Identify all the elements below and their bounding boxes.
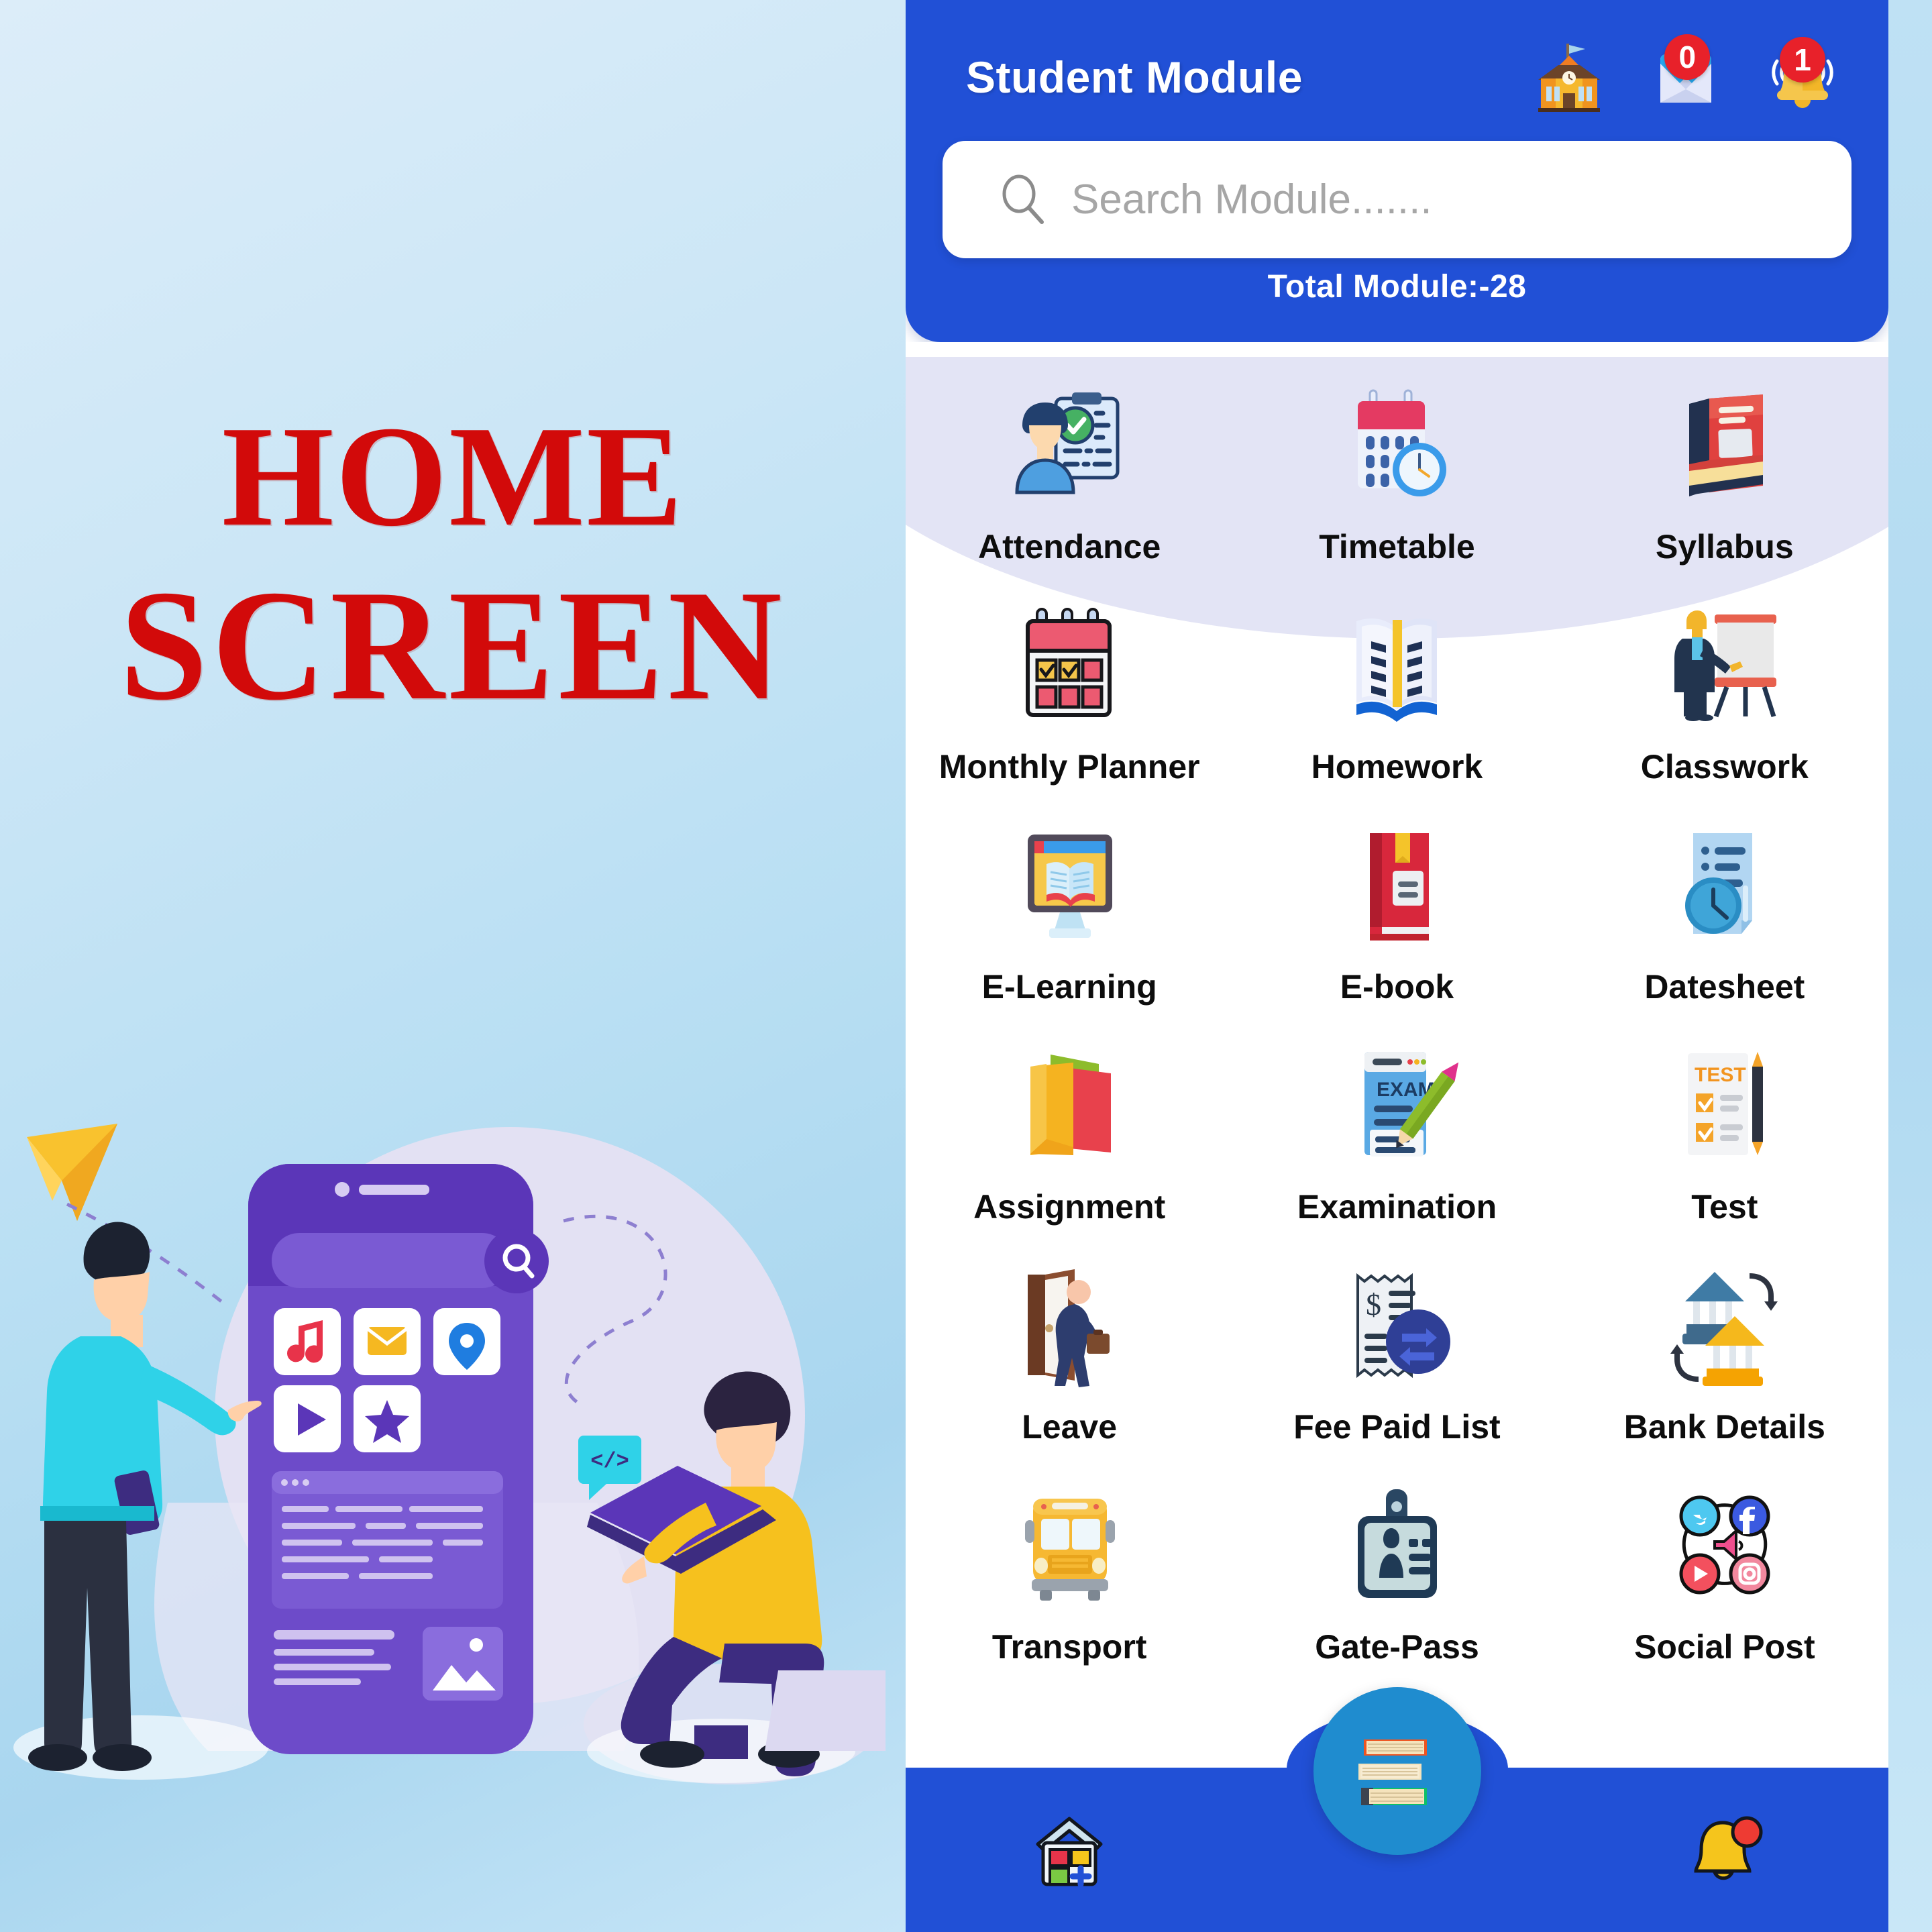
module-label: Social Post [1634, 1628, 1815, 1666]
module-label: Test [1691, 1188, 1758, 1226]
svg-text:TEST: TEST [1695, 1064, 1746, 1086]
module-item-monthly-planner[interactable]: Monthly Planner [906, 589, 1233, 809]
calendar-clock-icon [1330, 378, 1464, 513]
module-item-test[interactable]: TEST Test [1561, 1029, 1888, 1249]
module-label: Datesheet [1644, 968, 1805, 1006]
school-building-icon[interactable] [1532, 41, 1607, 115]
notification-bell-icon[interactable]: 1 [1765, 37, 1840, 115]
module-item-datesheet[interactable]: Datesheet [1561, 809, 1888, 1029]
phone-mockup [248, 1164, 549, 1754]
book-stack-icon [1352, 1726, 1442, 1817]
module-label: Examination [1297, 1188, 1497, 1226]
svg-text:$: $ [1366, 1287, 1381, 1322]
app-header: Student Module 0 1 Search Module....... … [906, 0, 1888, 342]
module-label: E-book [1340, 968, 1454, 1006]
search-input[interactable] [1070, 175, 1777, 224]
envelope-icon[interactable]: 0 [1648, 34, 1723, 115]
module-item-transport[interactable]: Transport [906, 1469, 1233, 1689]
left-promo-panel: HOME SCREEN </> [0, 0, 906, 1932]
module-item-e-book[interactable]: E-book [1233, 809, 1560, 1029]
header-action-icons: 0 1 [1532, 34, 1840, 115]
module-item-assignment[interactable]: Assignment [906, 1029, 1233, 1249]
module-label: Classwork [1640, 748, 1809, 786]
module-label: Monthly Planner [938, 748, 1200, 786]
document-clock-icon [1658, 818, 1792, 953]
module-item-attendance[interactable]: Attendance [906, 369, 1233, 589]
test-checklist-icon: TEST [1658, 1038, 1792, 1173]
planner-calendar-icon [1002, 598, 1136, 733]
nav-item-home[interactable] [906, 1811, 1233, 1890]
module-item-fee-paid-list[interactable]: $ Fee Paid List [1233, 1249, 1560, 1469]
nav-items [906, 1687, 1888, 1932]
module-label: Bank Details [1623, 1408, 1825, 1446]
module-label: Leave [1022, 1408, 1118, 1446]
module-label: Syllabus [1656, 528, 1794, 566]
page-background-right-edge [1888, 0, 1932, 1932]
module-item-syllabus[interactable]: Syllabus [1561, 369, 1888, 589]
red-book-icon [1330, 818, 1464, 953]
books-icon [1658, 378, 1792, 513]
bottom-navigation [906, 1687, 1888, 1932]
door-exit-icon [1002, 1258, 1136, 1393]
school-bus-icon [1002, 1479, 1136, 1613]
attendance-icon [1002, 378, 1136, 513]
bank-transfer-icon [1658, 1258, 1792, 1393]
module-grid-area: Attendance Timetable Syllabus Monthly Pl… [906, 342, 1888, 1771]
module-grid: Attendance Timetable Syllabus Monthly Pl… [906, 342, 1888, 1689]
module-label: Transport [991, 1628, 1147, 1666]
module-item-bank-details[interactable]: Bank Details [1561, 1249, 1888, 1469]
nav-item-notifications[interactable] [1561, 1811, 1888, 1890]
page-title-line-1: HOME [221, 396, 684, 556]
mail-tile-icon [366, 1327, 408, 1355]
mail-badge: 0 [1664, 34, 1711, 80]
header-top-row: Student Module 0 1 [906, 34, 1888, 117]
social-media-icon [1658, 1479, 1792, 1613]
total-module-count: Total Module:-28 [1267, 269, 1527, 305]
svg-text:</>: </> [590, 1449, 629, 1474]
id-card-icon [1330, 1479, 1464, 1613]
open-book-icon [1330, 598, 1464, 733]
module-item-examination[interactable]: EXAM Examination [1233, 1029, 1560, 1249]
module-item-gate-pass[interactable]: Gate-Pass [1233, 1469, 1560, 1689]
modules-fab-button[interactable] [1313, 1687, 1481, 1855]
module-label: Gate-Pass [1315, 1628, 1479, 1666]
phone-screen: Student Module 0 1 Search Module....... … [906, 0, 1888, 1932]
module-item-e-learning[interactable]: E-Learning [906, 809, 1233, 1029]
teacher-board-icon [1658, 598, 1792, 733]
home-house-icon [1030, 1811, 1109, 1890]
bell-badge: 1 [1780, 37, 1825, 83]
module-item-timetable[interactable]: Timetable [1233, 369, 1560, 589]
page-title-line-2: SCREEN [119, 557, 786, 733]
search-bar[interactable] [943, 141, 1851, 258]
folders-icon [1002, 1038, 1136, 1173]
exam-pencil-icon: EXAM [1330, 1038, 1464, 1173]
monitor-book-icon [1002, 818, 1136, 953]
module-label: Timetable [1319, 528, 1475, 566]
app-title: Student Module [966, 52, 1303, 102]
module-label: Assignment [973, 1188, 1166, 1226]
module-label: E-Learning [981, 968, 1157, 1006]
search-icon [995, 171, 1053, 229]
module-item-homework[interactable]: Homework [1233, 589, 1560, 809]
bell-icon [1685, 1811, 1764, 1890]
module-item-classwork[interactable]: Classwork [1561, 589, 1888, 809]
app-illustration: </> [0, 1100, 906, 1811]
module-item-social-post[interactable]: Social Post [1561, 1469, 1888, 1689]
page-title: HOME SCREEN [0, 396, 906, 735]
receipt-transfer-icon: $ [1330, 1258, 1464, 1393]
module-label: Attendance [978, 528, 1161, 566]
module-label: Homework [1311, 748, 1483, 786]
module-label: Fee Paid List [1293, 1408, 1501, 1446]
module-item-leave[interactable]: Leave [906, 1249, 1233, 1469]
